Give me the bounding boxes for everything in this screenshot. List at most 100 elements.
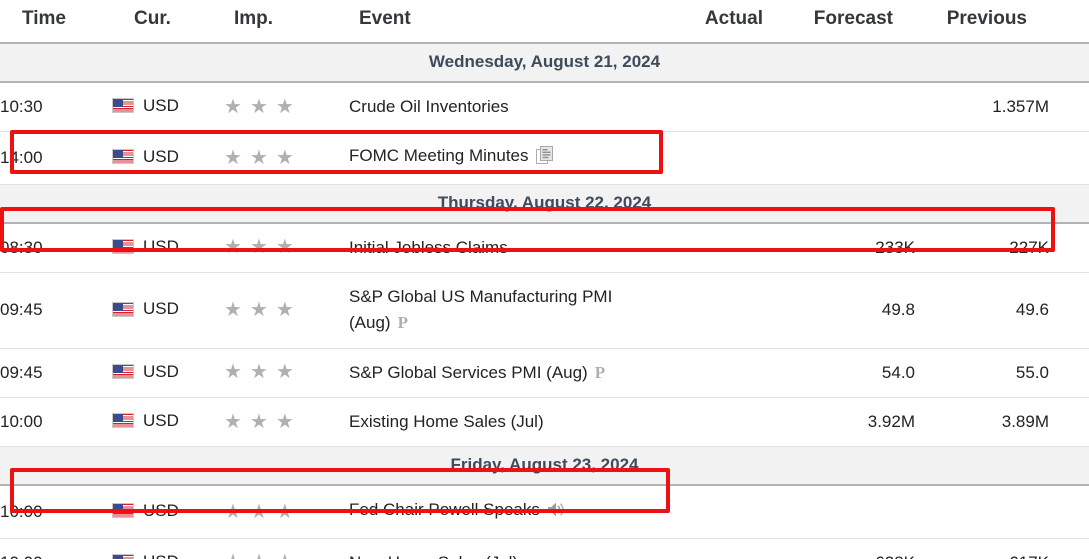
date-separator-label: Thursday, August 22, 2024 (0, 183, 1089, 224)
event-name: Existing Home Sales (Jul) (349, 412, 544, 432)
cell-currency: USD (112, 82, 224, 133)
us-flag-icon (112, 239, 134, 255)
column-header-impact[interactable]: Imp. (224, 0, 349, 44)
cell-event[interactable]: S&P Global Services PMI (Aug) P (349, 348, 655, 399)
event-name: Initial Jobless Claims (349, 237, 508, 257)
importance-star: ★ (224, 146, 242, 169)
currency-code: USD (143, 95, 179, 115)
importance-stars[interactable]: ★ ★ ★ (224, 552, 294, 559)
us-flag-icon (112, 98, 134, 114)
cell-event[interactable]: FOMC Meeting Minutes (349, 131, 655, 185)
cell-actual (655, 82, 785, 133)
importance-stars[interactable]: ★ ★ ★ (224, 362, 294, 382)
importance-star: ★ (275, 361, 294, 384)
cell-time: 10:30 (0, 82, 112, 133)
cell-currency: USD (112, 485, 224, 539)
cell-importance: ★ ★ ★ (224, 272, 349, 349)
preliminary-badge-icon[interactable]: P (595, 360, 605, 386)
cell-actual (655, 131, 785, 185)
currency-code: USD (143, 361, 179, 381)
cell-previous: 1.357M (915, 82, 1049, 133)
cell-event[interactable]: S&P Global US Manufacturing PMI (Aug) P (349, 272, 655, 349)
importance-stars[interactable]: ★ ★ ★ (224, 148, 294, 168)
cell-currency: USD (112, 397, 224, 448)
cell-importance: ★ ★ ★ (224, 397, 349, 448)
column-header-currency[interactable]: Cur. (112, 0, 224, 44)
column-header-spacer (1049, 0, 1089, 44)
importance-star: ★ (249, 410, 268, 433)
table-row[interactable]: 14:00 USD ★ ★ ★ FOMC Meeting Minutes (0, 131, 1089, 185)
cell-time: 08:30 (0, 222, 112, 274)
date-separator-row: Friday, August 23, 2024 (0, 446, 1089, 487)
cell-spacer (1049, 131, 1089, 185)
table-row[interactable]: 10:00 USD ★ ★ ★ New Home Sales (Jul) 628K617K (0, 538, 1089, 559)
us-flag-icon (112, 413, 134, 429)
cell-previous: 617K (915, 538, 1049, 559)
column-header-time[interactable]: Time (0, 0, 112, 44)
importance-star: ★ (249, 236, 268, 259)
importance-star: ★ (249, 298, 268, 321)
cell-event[interactable]: New Home Sales (Jul) (349, 538, 655, 559)
importance-star: ★ (275, 500, 294, 523)
currency-code: USD (143, 552, 179, 559)
currency-code: USD (143, 410, 179, 430)
importance-stars[interactable]: ★ ★ ★ (224, 502, 294, 522)
cell-importance: ★ ★ ★ (224, 485, 349, 539)
cell-actual (655, 538, 785, 559)
preliminary-badge-icon[interactable]: P (398, 310, 408, 336)
cell-actual (655, 348, 785, 399)
cell-spacer (1049, 272, 1089, 349)
cell-time: 09:45 (0, 272, 112, 349)
importance-stars[interactable]: ★ ★ ★ (224, 412, 294, 432)
cell-actual (655, 397, 785, 448)
table-body: Wednesday, August 21, 2024 10:30 USD ★ ★ ★ Cru… (0, 42, 1089, 559)
column-header-event[interactable]: Event (349, 0, 655, 44)
document-icon[interactable] (535, 146, 553, 172)
cell-event[interactable]: Initial Jobless Claims (349, 222, 655, 274)
importance-star: ★ (224, 500, 242, 523)
table-row[interactable]: 10:00 USD ★ ★ ★ Existing Home Sales (Jul) 3.92… (0, 397, 1089, 448)
cell-importance: ★ ★ ★ (224, 131, 349, 185)
us-flag-icon (112, 364, 134, 380)
event-name: S&P Global Services PMI (Aug) (349, 362, 588, 382)
importance-star: ★ (224, 552, 242, 559)
importance-star: ★ (224, 298, 242, 321)
importance-star: ★ (276, 552, 294, 559)
speaker-icon[interactable] (547, 500, 566, 526)
cell-currency: USD (112, 222, 224, 274)
us-flag-icon (112, 554, 134, 559)
cell-event[interactable]: Fed Chair Powell Speaks (349, 485, 655, 539)
importance-star: ★ (250, 552, 268, 559)
importance-stars[interactable]: ★ ★ ★ (224, 300, 294, 320)
importance-star: ★ (275, 95, 294, 118)
table-row[interactable]: 09:45 USD ★ ★ ★ S&P Global Services PMI (Aug)… (0, 348, 1089, 399)
cell-importance: ★ ★ ★ (224, 222, 349, 274)
cell-importance: ★ ★ ★ (224, 348, 349, 399)
date-separator-label: Wednesday, August 21, 2024 (0, 42, 1089, 83)
cell-event[interactable]: Crude Oil Inventories (349, 82, 655, 133)
cell-previous: 49.6 (915, 272, 1049, 349)
table-row[interactable]: 10:00 USD ★ ★ ★ Fed Chair Powell Speaks (0, 485, 1089, 539)
column-header-actual[interactable]: Actual (655, 0, 785, 44)
column-header-previous[interactable]: Previous (915, 0, 1049, 44)
cell-previous (915, 485, 1049, 539)
importance-star: ★ (249, 95, 268, 118)
table-row[interactable]: 09:45 USD ★ ★ ★ S&P Global US Manufacturing P… (0, 272, 1089, 349)
cell-time: 10:00 (0, 397, 112, 448)
cell-forecast: 628K (785, 538, 915, 559)
cell-spacer (1049, 485, 1089, 539)
table-row[interactable]: 08:30 USD ★ ★ ★ Initial Jobless Claims 233K 227… (0, 222, 1089, 274)
header-row: Time Cur. Imp. Event Actual Forecast Pre… (0, 0, 1089, 44)
cell-actual (655, 485, 785, 539)
table-row[interactable]: 10:30 USD ★ ★ ★ Crude Oil Inventories 1.357M (0, 82, 1089, 133)
economic-calendar: Time Cur. Imp. Event Actual Forecast Pre… (0, 0, 1089, 559)
us-flag-icon (112, 301, 134, 317)
column-header-forecast[interactable]: Forecast (785, 0, 915, 44)
currency-code: USD (143, 146, 179, 166)
cell-currency: USD (112, 272, 224, 349)
importance-stars[interactable]: ★ ★ ★ (224, 237, 294, 257)
cell-forecast: 49.8 (785, 272, 915, 349)
cell-previous: 55.0 (915, 348, 1049, 399)
importance-stars[interactable]: ★ ★ ★ (224, 97, 294, 117)
cell-event[interactable]: Existing Home Sales (Jul) (349, 397, 655, 448)
